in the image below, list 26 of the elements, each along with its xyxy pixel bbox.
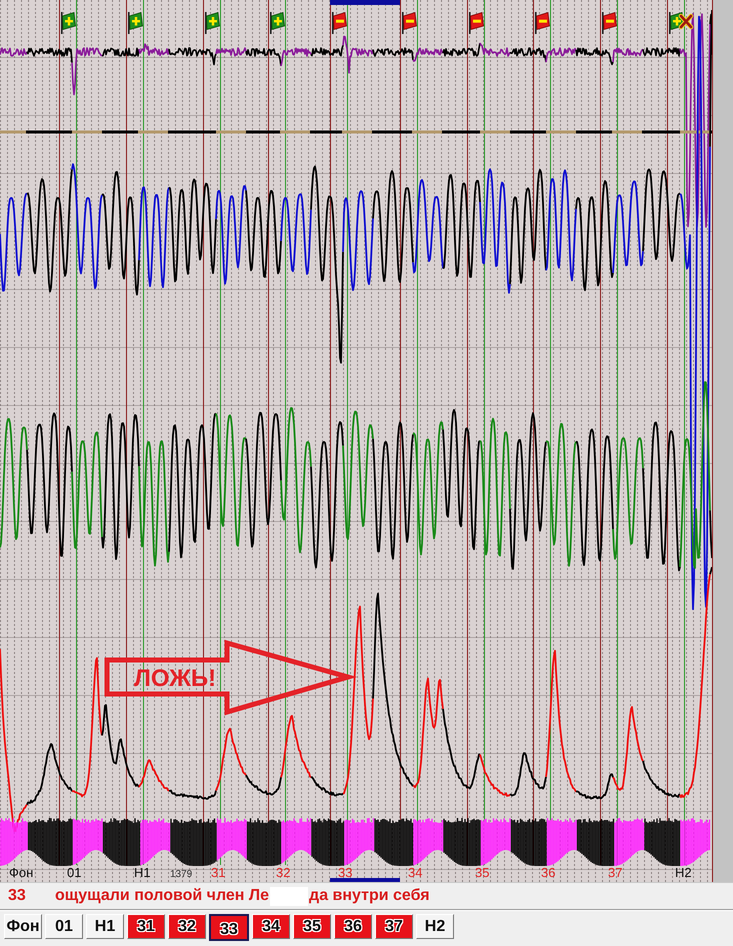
timeline-label: Н1 — [134, 865, 151, 880]
question-tab[interactable]: 32 — [168, 914, 206, 939]
timeline-label: 35 — [475, 865, 490, 880]
question-tab[interactable]: 34 — [252, 914, 290, 939]
time-label: 1379 — [170, 869, 192, 880]
timeline-label: 37 — [608, 865, 622, 880]
timeline-label: 33 — [338, 865, 352, 880]
question-text: да внутри себя — [309, 886, 430, 906]
question-tab[interactable]: 35 — [293, 914, 331, 939]
timeline-label: 31 — [211, 865, 226, 880]
question-text: ощущали половой член Ле — [55, 886, 270, 906]
question-tab[interactable]: Н2 — [416, 914, 454, 939]
question-tab[interactable]: 36 — [334, 914, 372, 939]
timeline-label: Фон — [9, 865, 34, 880]
question-tab[interactable]: 31 — [127, 914, 165, 939]
timeline-label: Н2 — [675, 865, 692, 880]
question-tab[interactable]: Н1 — [86, 914, 124, 939]
question-tab[interactable]: Фон — [4, 914, 42, 939]
timeline-label: 34 — [408, 865, 422, 880]
question-tab[interactable]: 33 — [209, 914, 249, 941]
question-number: 33 — [8, 886, 27, 906]
question-tab[interactable]: 01 — [45, 914, 83, 939]
timeline-label: 36 — [541, 865, 556, 880]
question-tab[interactable]: 37 — [375, 914, 413, 939]
timeline-label: 01 — [67, 865, 82, 880]
timeline-label: 32 — [276, 865, 290, 880]
